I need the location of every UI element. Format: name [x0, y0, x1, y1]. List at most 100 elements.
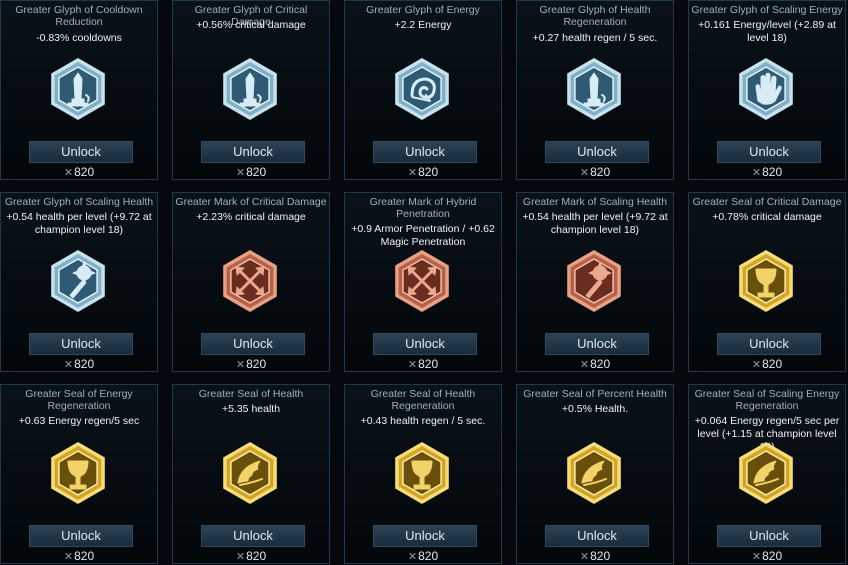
rune-card[interactable]: Greater Glyph of Critical Damage +0.56% …: [172, 0, 330, 180]
rune-card[interactable]: Greater Glyph of Scaling Energy +0.161 E…: [688, 0, 846, 180]
price-value: 820: [74, 549, 95, 563]
rune-description: -0.83% cooldowns: [36, 32, 122, 44]
lighthouse-icon: [218, 57, 282, 121]
currency-icon: ✕: [63, 167, 74, 179]
price: ✕820: [689, 549, 845, 563]
price-value: 820: [762, 165, 783, 179]
lighthouse-icon: [46, 57, 110, 121]
rune-card[interactable]: Greater Seal of Percent Health +0.5% Hea…: [516, 384, 674, 564]
rune-card[interactable]: Greater Glyph of Cooldown Reduction -0.8…: [0, 0, 158, 180]
currency-icon: ✕: [579, 551, 590, 563]
currency-icon: ✕: [235, 167, 246, 179]
rune-description: +2.23% critical damage: [196, 211, 306, 223]
price-value: 820: [74, 165, 95, 179]
price: ✕820: [517, 549, 673, 563]
unlock-button[interactable]: Unlock: [201, 525, 305, 547]
glyph-hexagon-badge: [223, 58, 277, 120]
chalice-icon: [734, 249, 798, 313]
unlock-button[interactable]: Unlock: [201, 333, 305, 355]
unlock-button[interactable]: Unlock: [201, 141, 305, 163]
price: ✕820: [1, 165, 157, 179]
currency-icon: ✕: [407, 359, 418, 371]
currency-icon: ✕: [407, 551, 418, 563]
unlock-button[interactable]: Unlock: [717, 525, 821, 547]
wing-icon: [734, 441, 798, 505]
seal-hexagon-badge: [223, 442, 277, 504]
rune-title: Greater Seal of Scaling Energy Regenerat…: [694, 388, 840, 412]
price-value: 820: [246, 549, 267, 563]
rune-card[interactable]: Greater Mark of Scaling Health +0.54 hea…: [516, 192, 674, 372]
glyph-hexagon-badge: [51, 250, 105, 312]
rune-title: Greater Seal of Critical Damage: [692, 196, 842, 208]
rune-title: Greater Glyph of Scaling Energy: [691, 4, 843, 16]
rune-card[interactable]: Greater Seal of Energy Regeneration +0.6…: [0, 384, 158, 564]
rune-card[interactable]: Greater Seal of Health Regeneration +0.4…: [344, 384, 502, 564]
unlock-button[interactable]: Unlock: [373, 525, 477, 547]
currency-icon: ✕: [235, 551, 246, 563]
rune-title: Greater Mark of Scaling Health: [522, 196, 668, 208]
unlock-button[interactable]: Unlock: [29, 333, 133, 355]
mark-hexagon-badge: [223, 250, 277, 312]
rune-title: Greater Seal of Health Regeneration: [370, 388, 476, 412]
unlock-button[interactable]: Unlock: [717, 333, 821, 355]
rune-description: +0.43 health regen / 5 sec.: [360, 415, 486, 427]
price: ✕820: [345, 165, 501, 179]
unlock-button[interactable]: Unlock: [717, 141, 821, 163]
rune-description: +2.2 Energy: [394, 19, 452, 31]
rune-card[interactable]: Greater Mark of Critical Damage +2.23% c…: [172, 192, 330, 372]
rune-card[interactable]: Greater Glyph of Health Regeneration +0.…: [516, 0, 674, 180]
rune-description: +0.56% critical damage: [196, 19, 306, 31]
unlock-button[interactable]: Unlock: [545, 525, 649, 547]
unlock-button[interactable]: Unlock: [545, 333, 649, 355]
glyph-hexagon-badge: [567, 58, 621, 120]
rune-title: Greater Glyph of Scaling Health: [4, 196, 154, 208]
price-value: 820: [418, 357, 439, 371]
price: ✕820: [173, 357, 329, 371]
price: ✕820: [345, 357, 501, 371]
rune-card[interactable]: Greater Mark of Hybrid Penetration +0.9 …: [344, 192, 502, 372]
rune-description: +0.5% Health.: [561, 403, 629, 415]
unlock-button[interactable]: Unlock: [29, 525, 133, 547]
rune-description: +0.54 health per level (+9.72 at champio…: [6, 211, 152, 236]
glyph-hexagon-badge: [51, 58, 105, 120]
crossed-arrows-icon: [218, 249, 282, 313]
price: ✕820: [1, 549, 157, 563]
currency-icon: ✕: [751, 167, 762, 179]
unlock-button[interactable]: Unlock: [29, 141, 133, 163]
unlock-button[interactable]: Unlock: [545, 141, 649, 163]
rune-card[interactable]: Greater Glyph of Scaling Health +0.54 he…: [0, 192, 158, 372]
seal-hexagon-badge: [739, 442, 793, 504]
rune-card[interactable]: Greater Seal of Scaling Energy Regenerat…: [688, 384, 846, 564]
price: ✕820: [173, 165, 329, 179]
seal-hexagon-badge: [395, 442, 449, 504]
price-value: 820: [762, 549, 783, 563]
crossed-arrows-icon: [390, 249, 454, 313]
price-value: 820: [418, 165, 439, 179]
chalice-icon: [46, 441, 110, 505]
rune-description: +0.78% critical damage: [712, 211, 822, 223]
price-value: 820: [590, 357, 611, 371]
glyph-hexagon-badge: [395, 58, 449, 120]
price-value: 820: [74, 357, 95, 371]
mace-icon: [562, 249, 626, 313]
currency-icon: ✕: [63, 359, 74, 371]
rune-description: +0.161 Energy/level (+2.89 at level 18): [698, 19, 836, 44]
rune-description: +5.35 health: [221, 403, 281, 415]
price: ✕820: [517, 165, 673, 179]
price: ✕820: [689, 165, 845, 179]
rune-card[interactable]: Greater Seal of Critical Damage +0.78% c…: [688, 192, 846, 372]
currency-icon: ✕: [579, 359, 590, 371]
rune-description: +0.9 Armor Penetration / +0.62 Magic Pen…: [351, 223, 495, 248]
rune-card[interactable]: Greater Seal of Health +5.35 health Unlo…: [172, 384, 330, 564]
mark-hexagon-badge: [567, 250, 621, 312]
unlock-button[interactable]: Unlock: [373, 333, 477, 355]
unlock-button[interactable]: Unlock: [373, 141, 477, 163]
rune-store: { "currency_symbol": "✕", "colors": { "g…: [0, 0, 848, 565]
rune-title: Greater Seal of Percent Health: [523, 388, 667, 400]
currency-icon: ✕: [751, 359, 762, 371]
currency-icon: ✕: [407, 167, 418, 179]
rune-title: Greater Mark of Critical Damage: [175, 196, 327, 208]
mark-hexagon-badge: [395, 250, 449, 312]
rune-card[interactable]: Greater Glyph of Energy +2.2 Energy Unlo…: [344, 0, 502, 180]
price-value: 820: [590, 165, 611, 179]
